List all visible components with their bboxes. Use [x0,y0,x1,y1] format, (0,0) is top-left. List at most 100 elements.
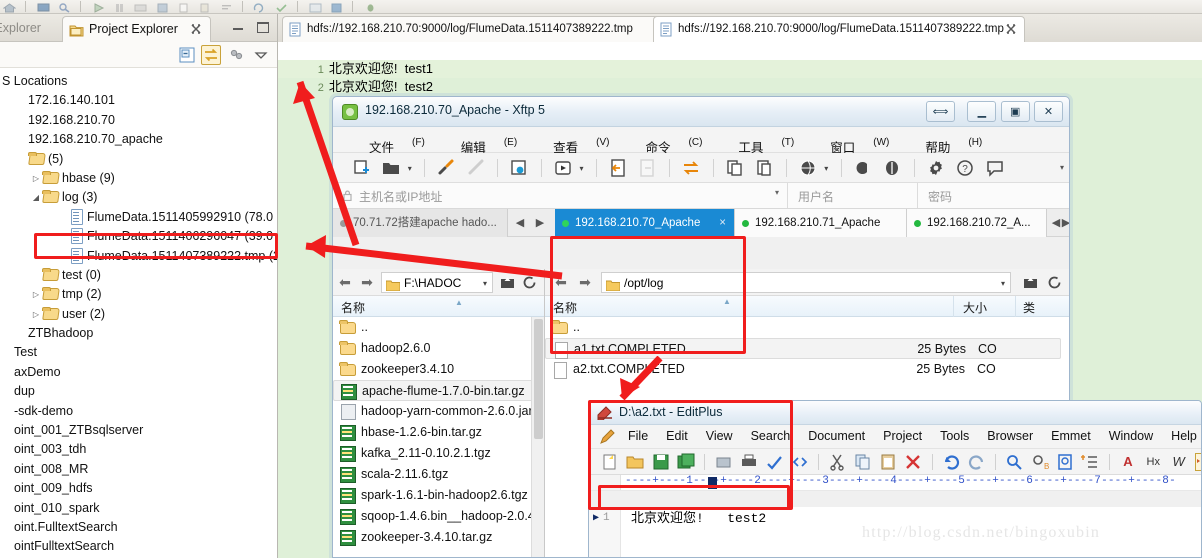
tree-item[interactable]: (5) [0,150,277,169]
print-preview-icon[interactable] [715,453,733,471]
bug-icon[interactable] [364,2,377,12]
go-up-icon[interactable] [1022,274,1039,291]
file-row[interactable]: .. [545,317,1061,338]
tree-item[interactable]: ▷ tmp (2) [0,285,277,304]
copy-icon[interactable] [854,453,872,471]
options-gear-icon[interactable] [926,158,946,178]
paste-icon[interactable] [879,453,897,471]
tree-item[interactable]: ZTBhadoop [0,324,277,343]
spellcheck-icon[interactable] [765,453,783,471]
local-column-header[interactable]: 名称 ▲ [333,296,544,317]
open-file-icon[interactable] [626,453,644,471]
menu-item-帮助[interactable]: 帮助 (H) [907,127,1000,156]
word-wrap-icon[interactable]: W [1170,453,1188,471]
checkmark-icon[interactable] [275,2,288,13]
editplus-menu-tools[interactable]: Tools [931,425,978,443]
external-tools-icon[interactable] [134,2,147,12]
refresh-icon[interactable] [1046,274,1063,291]
redo-icon[interactable] [968,453,986,471]
paste-icon[interactable] [754,158,774,178]
tree-item[interactable]: FlumeData.1511405992910 (78.0 b, r3) [0,208,277,227]
perspective-icon[interactable] [309,2,322,13]
copy-icon[interactable] [725,158,745,178]
chevron-down-icon[interactable]: ▾ [775,188,779,197]
find-in-files-icon[interactable] [1056,453,1074,471]
file-row[interactable]: zookeeper3.4.10 [333,359,544,380]
chevron-down-icon[interactable]: ▾ [408,158,416,178]
tree-item[interactable]: FlumeData.1511407389222.tmp (26.0 b, [0,247,277,266]
close-icon[interactable]: × [719,209,726,237]
username-input[interactable]: 用户名 [788,183,918,208]
file-row[interactable]: zookeeper-3.4.10.tar.gz [333,527,544,548]
xftp-title-bar[interactable]: 192.168.210.70_Apache - Xftp 5 ⟺ ▁ ▣ ✕ [333,97,1069,127]
file-row[interactable]: a1.txt.COMPLETED 25 Bytes CO [545,338,1061,359]
open-folder-icon[interactable] [381,158,401,178]
goto-line-icon[interactable] [1081,453,1099,471]
link-with-editor-icon[interactable] [201,45,221,65]
editplus-menu-bar[interactable]: File Edit View Search Document Project Tools Br… [589,425,1201,449]
delete-icon[interactable] [904,453,922,471]
scrollbar-thumb[interactable] [534,319,543,439]
tree-root-label[interactable]: S Locations [0,72,277,91]
session-tab-2[interactable]: 192.168.210.71_Apache [735,209,907,237]
cut-icon[interactable] [828,453,846,471]
column-divider[interactable] [953,296,954,317]
close-icon[interactable] [1005,23,1017,35]
new-icon[interactable] [177,2,190,13]
find-icon[interactable] [1005,453,1023,471]
session-tab-1[interactable]: 192.168.210.70_Apache × [555,209,735,237]
tree-item[interactable]: oint_010_spark [0,499,277,518]
tree-item[interactable]: 192.168.210.70_apache [0,130,277,149]
password-input[interactable]: 密码 [918,183,1069,208]
tree-item[interactable]: ◢ log (3) [0,188,277,207]
format-icon[interactable] [220,2,233,12]
editplus-menu-browser[interactable]: Browser [978,425,1042,443]
comment-icon[interactable] [985,158,1005,178]
file-row[interactable]: hadoop-yarn-common-2.6.0.jar [333,401,544,422]
debug-icon[interactable] [113,2,126,12]
chevron-right-icon[interactable]: ▷ [30,305,42,324]
indent-icon[interactable] [1194,453,1201,471]
view-menu-icon[interactable] [251,45,271,65]
local-file-list[interactable]: .. hadoop2.6.0 zookeeper3.4.10 apache-flume… [333,317,544,557]
column-divider[interactable] [1015,296,1016,317]
file-row[interactable]: scala-2.11.6.tgz [333,464,544,485]
tree-item[interactable]: axDemo [0,363,277,382]
remote-column-header[interactable]: 名称 ▲ 大小 类 [545,296,1069,317]
collapse-all-icon[interactable] [177,45,197,65]
tree-item[interactable]: oint_003_tdh [0,440,277,459]
refresh-icon[interactable] [521,274,538,291]
view-options-icon[interactable] [227,45,247,65]
local-path-input[interactable]: F:\HADOC ▾ [381,272,493,293]
new-session-icon[interactable] [352,158,372,178]
maximize-panel-button[interactable] [255,20,271,34]
menu-item-命令[interactable]: 命令 (C) [628,127,721,156]
editplus-title-bar[interactable]: D:\a2.txt - EditPlus [589,401,1201,425]
chevron-right-icon[interactable]: ▷ [30,285,42,304]
minimize-panel-button[interactable] [230,20,246,34]
session-scroll-right-icon-2[interactable]: ▶ [1059,214,1069,232]
paste-icon[interactable] [198,2,211,13]
arrow-left-icon[interactable]: ⬅ [553,275,569,290]
new-file-icon[interactable] [601,453,619,471]
tree-item[interactable]: Test [0,343,277,362]
tree-item[interactable]: ▷ hbase (9) [0,169,277,188]
tab-package-explorer[interactable]: e Explorer [0,16,49,42]
arrow-right-icon[interactable]: ➡ [359,275,375,290]
chevron-down-icon[interactable]: ▾ [824,158,832,178]
editplus-menu-window[interactable]: Window [1100,425,1162,443]
tree-item[interactable]: oint_001_ZTBsqlserver [0,421,277,440]
menu-item-工具[interactable]: 工具 (T) [720,127,812,156]
close-icon[interactable] [190,23,202,35]
menu-item-编辑[interactable]: 编辑 (E) [443,127,535,156]
tree-item[interactable]: -sdk-demo [0,402,277,421]
tree-item[interactable]: dup [0,382,277,401]
edit-icon[interactable] [882,158,902,178]
xftp-menu-bar[interactable]: 文件 (F) 编辑 (E) 查看 (V) 命令 (C) 工具 (T) 窗口 (W) 帮助 (H) [333,127,1069,156]
html-tag-icon[interactable] [791,453,809,471]
file-row[interactable]: hadoop2.6.0 [333,338,544,359]
menu-item-查看[interactable]: 查看 (V) [535,127,627,156]
chevron-down-icon[interactable]: ▾ [1001,274,1005,294]
session-tab-0[interactable]: 70.71.72搭建apache hado... [333,209,508,237]
tree-item[interactable]: oint_009_hdfs [0,479,277,498]
